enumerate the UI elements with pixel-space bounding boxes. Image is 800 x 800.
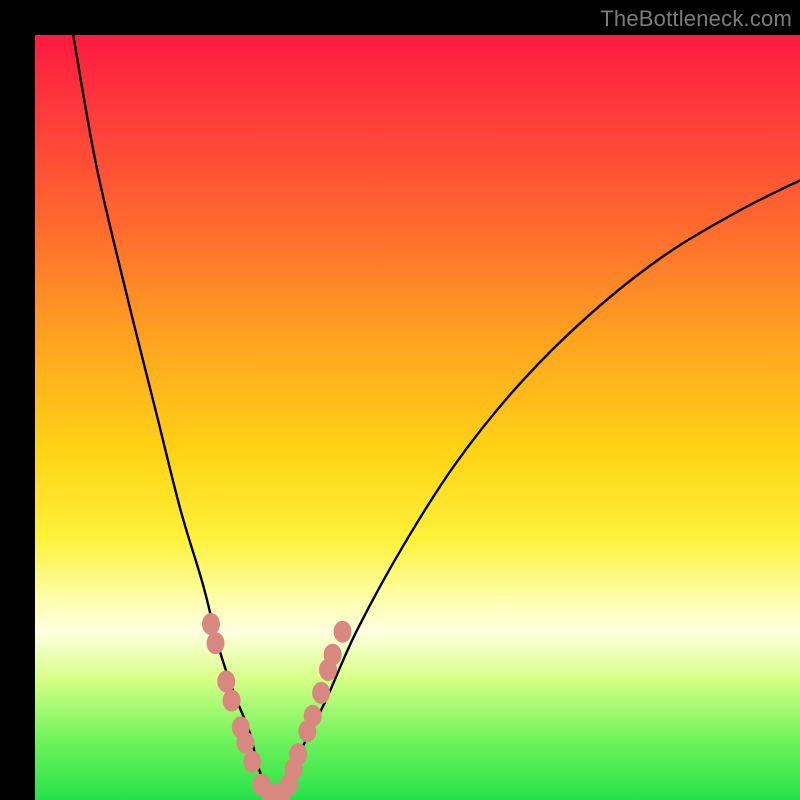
marker-point xyxy=(207,632,225,654)
watermark-text: TheBottleneck.com xyxy=(600,6,792,32)
marker-point xyxy=(312,682,330,704)
marker-point xyxy=(223,690,241,712)
marker-point xyxy=(324,644,342,666)
plot-area xyxy=(35,35,800,800)
left-branch-curve xyxy=(73,35,272,800)
marker-point xyxy=(289,743,307,765)
marker-point xyxy=(243,751,261,773)
chart-frame: TheBottleneck.com xyxy=(0,0,800,800)
marker-point xyxy=(236,732,254,754)
marker-point xyxy=(217,670,235,692)
marker-point xyxy=(304,705,322,727)
marker-point xyxy=(334,621,352,643)
marker-group xyxy=(202,613,352,800)
right-branch-curve xyxy=(272,180,800,800)
curve-layer xyxy=(35,35,800,800)
marker-point xyxy=(202,613,220,635)
